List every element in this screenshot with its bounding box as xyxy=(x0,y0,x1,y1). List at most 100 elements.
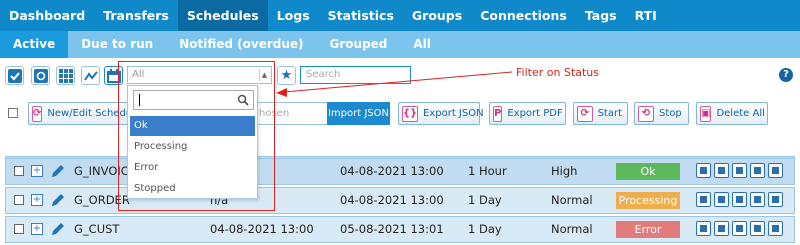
status-filter-select[interactable]: All ▲ xyxy=(127,66,272,84)
export-json-button[interactable]: {} Export JSON xyxy=(398,102,484,125)
sync-icon[interactable] xyxy=(732,163,747,178)
subnav-grouped[interactable]: Grouped xyxy=(317,31,401,58)
dropdown-option-processing[interactable]: Processing xyxy=(130,137,255,157)
chart-icon[interactable] xyxy=(714,192,729,207)
file-chosen-field: hosen xyxy=(254,102,328,125)
nav-transfers[interactable]: Transfers xyxy=(94,0,178,31)
row-priority: Normal xyxy=(551,193,593,207)
export-pdf-label: Export PDF xyxy=(507,108,563,119)
start-button[interactable]: ⟳ Start xyxy=(573,102,628,125)
row-interval: 1 Day xyxy=(468,193,502,207)
nav-statistics[interactable]: Statistics xyxy=(319,0,403,31)
dropdown-option-error[interactable]: Error xyxy=(130,158,255,178)
table-row[interactable]: + G_INVOICE 04-08-2021 13:00 1 Hour High… xyxy=(5,158,795,185)
subnav-all[interactable]: All xyxy=(400,31,444,58)
status-filter-value: All xyxy=(132,69,145,80)
start-label: Start xyxy=(597,108,622,119)
dropdown-option-ok[interactable]: Ok xyxy=(130,116,255,136)
dropdown-option-stopped[interactable]: Stopped xyxy=(130,179,255,199)
row-name: G_ORDER xyxy=(74,193,130,207)
edit-pencil-icon[interactable] xyxy=(50,221,66,237)
expand-icon[interactable]: + xyxy=(31,194,43,206)
main-nav: Dashboard Transfers Schedules Logs Stati… xyxy=(0,0,800,31)
chart-icon[interactable] xyxy=(81,66,100,85)
nav-groups[interactable]: Groups xyxy=(403,0,471,31)
row-last-run: 04-08-2021 13:00 xyxy=(210,222,314,236)
annotation-label: Filter on Status xyxy=(516,66,599,79)
calendar-filter-icon[interactable] xyxy=(104,66,123,85)
edit-icon[interactable] xyxy=(696,221,711,236)
grid-view-icon[interactable] xyxy=(56,66,75,85)
edit-icon[interactable] xyxy=(696,192,711,207)
status-dropdown: Ok Processing Error Stopped xyxy=(127,85,258,199)
chart-icon[interactable] xyxy=(714,221,729,236)
nav-tags[interactable]: Tags xyxy=(576,0,626,31)
chart-icon[interactable] xyxy=(714,163,729,178)
delete-all-button[interactable]: ▣ Delete All xyxy=(696,102,768,125)
delete-icon[interactable] xyxy=(768,192,783,207)
nav-logs[interactable]: Logs xyxy=(268,0,319,31)
start-icon: ⟳ xyxy=(577,105,593,122)
json-file-icon: {} xyxy=(402,105,418,122)
sub-nav: Active Due to run Notified (overdue) Gro… xyxy=(0,31,800,58)
row-checkbox[interactable] xyxy=(14,195,24,205)
row-checkbox[interactable] xyxy=(14,224,24,234)
delete-icon[interactable] xyxy=(768,221,783,236)
help-icon[interactable]: ? xyxy=(779,68,793,82)
nav-schedules[interactable]: Schedules xyxy=(177,0,268,31)
dropdown-search-input[interactable] xyxy=(133,90,254,110)
delete-all-label: Delete All xyxy=(716,108,765,119)
status-badge: Processing xyxy=(616,192,680,209)
search-icon xyxy=(237,94,249,106)
favorite-star-icon[interactable]: ★ xyxy=(277,66,296,85)
stop-icon: ⟲ xyxy=(638,105,654,122)
row-priority: High xyxy=(551,164,578,178)
stop-button[interactable]: ⟲ Stop xyxy=(634,102,689,125)
row-interval: 1 Day xyxy=(468,222,502,236)
edit-pencil-icon[interactable] xyxy=(50,163,66,179)
subnav-due-to-run[interactable]: Due to run xyxy=(68,31,166,58)
schedule-icon: ⟳ xyxy=(32,105,43,122)
stop-label: Stop xyxy=(659,108,682,119)
expand-icon[interactable]: + xyxy=(31,223,43,235)
subnav-notified-overdue[interactable]: Notified (overdue) xyxy=(166,31,316,58)
sync-icon[interactable] xyxy=(732,221,747,236)
new-edit-schedule-button[interactable]: ⟳ New/Edit Schedule xyxy=(28,102,141,125)
row-actions xyxy=(696,192,783,207)
row-next-run: 05-08-2021 13:01 xyxy=(340,222,444,236)
copy-icon[interactable] xyxy=(750,163,765,178)
refresh-view-icon[interactable] xyxy=(31,66,50,85)
select-all-icon[interactable] xyxy=(5,66,24,85)
copy-icon[interactable] xyxy=(750,192,765,207)
edit-pencil-icon[interactable] xyxy=(50,192,66,208)
expand-icon[interactable]: + xyxy=(31,165,43,177)
export-json-label: Export JSON xyxy=(423,108,484,119)
row-checkbox[interactable] xyxy=(14,166,24,176)
row-priority: Normal xyxy=(551,222,593,236)
text-caret xyxy=(139,94,140,106)
pdf-file-icon: P xyxy=(493,105,503,122)
delete-icon[interactable] xyxy=(768,163,783,178)
row-next-run: 04-08-2021 13:00 xyxy=(340,164,444,178)
status-badge: Error xyxy=(616,221,680,238)
export-pdf-button[interactable]: P Export PDF xyxy=(489,102,566,125)
row-next-run: 04-08-2021 13:00 xyxy=(340,193,444,207)
nav-connections[interactable]: Connections xyxy=(471,0,576,31)
subnav-active[interactable]: Active xyxy=(0,31,69,58)
import-json-button[interactable]: Import JSON xyxy=(327,102,390,125)
select-all-checkbox[interactable] xyxy=(8,108,18,118)
status-badge: Ok xyxy=(616,163,680,180)
search-input[interactable]: Search xyxy=(300,66,411,84)
row-name: G_CUST xyxy=(74,222,120,236)
row-actions xyxy=(696,221,783,236)
chevron-up-icon: ▲ xyxy=(259,69,269,81)
table-row[interactable]: + G_ORDER n/a 04-08-2021 13:00 1 Day Nor… xyxy=(5,187,795,214)
edit-icon[interactable] xyxy=(696,163,711,178)
sync-icon[interactable] xyxy=(732,192,747,207)
trash-icon: ▣ xyxy=(700,105,712,122)
nav-dashboard[interactable]: Dashboard xyxy=(0,0,94,31)
nav-rti[interactable]: RTI xyxy=(626,0,666,31)
copy-icon[interactable] xyxy=(750,221,765,236)
row-interval: 1 Hour xyxy=(468,164,507,178)
table-row[interactable]: + G_CUST 04-08-2021 13:00 05-08-2021 13:… xyxy=(5,216,795,243)
